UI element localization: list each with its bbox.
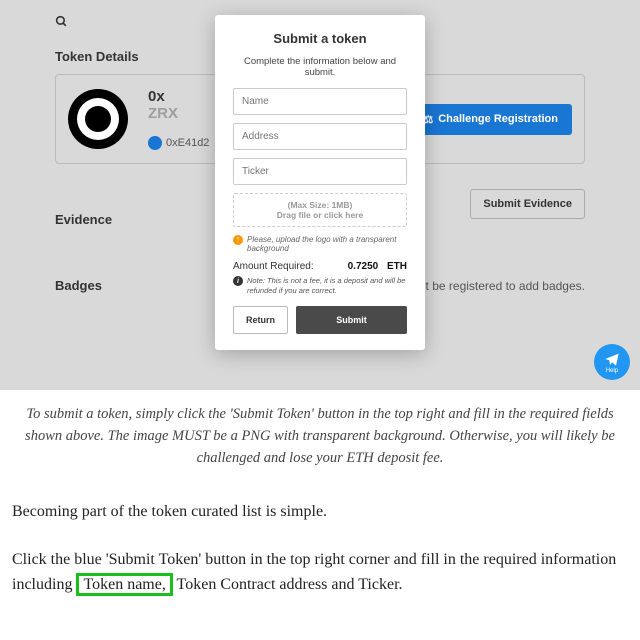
- amount-label: Amount Required:: [233, 261, 314, 272]
- file-drop-zone[interactable]: (Max Size: 1MB) Drag file or click here: [233, 193, 407, 227]
- submit-evidence-button[interactable]: Submit Evidence: [470, 189, 585, 219]
- drop-max-size: (Max Size: 1MB): [240, 200, 400, 210]
- amount-value: 0.7250: [348, 261, 379, 272]
- modal-title: Submit a token: [233, 31, 407, 46]
- amount-currency: ETH: [387, 261, 407, 272]
- token-logo-icon: [68, 89, 128, 149]
- article-paragraph-1: Becoming part of the token curated list …: [12, 499, 628, 525]
- submit-button[interactable]: Submit: [296, 306, 407, 334]
- token-address-row: 0xE41d2: [148, 136, 209, 150]
- screenshot-caption: To submit a token, simply click the 'Sub…: [0, 390, 640, 469]
- challenge-label: Challenge Registration: [438, 113, 558, 125]
- address-icon: [148, 136, 162, 150]
- token-name: 0x: [148, 88, 209, 105]
- help-label: Help: [606, 368, 618, 374]
- note-text: Note: This is not a fee, it is a deposit…: [247, 276, 407, 296]
- ticker-input[interactable]: [233, 158, 407, 185]
- upload-warning: ! Please, upload the logo with a transpa…: [233, 235, 407, 253]
- warning-icon: !: [233, 235, 243, 245]
- token-address: 0xE41d2: [166, 137, 209, 149]
- deposit-note: i Note: This is not a fee, it is a depos…: [233, 276, 407, 296]
- help-fab-button[interactable]: Help: [594, 344, 630, 380]
- address-input[interactable]: [233, 123, 407, 150]
- token-symbol: ZRX: [148, 105, 209, 122]
- badges-heading: Badges: [55, 278, 102, 293]
- challenge-registration-button[interactable]: ⚖ Challenge Registration: [409, 104, 572, 135]
- submit-token-modal: Submit a token Complete the information …: [215, 15, 425, 350]
- return-button[interactable]: Return: [233, 306, 288, 334]
- drop-instruction: Drag file or click here: [240, 210, 400, 220]
- info-icon: i: [233, 276, 243, 286]
- evidence-heading: Evidence: [55, 212, 112, 227]
- token-info: 0x ZRX 0xE41d2: [148, 88, 209, 150]
- name-input[interactable]: [233, 88, 407, 115]
- highlighted-text: Token name,: [76, 573, 172, 596]
- article-body: Becoming part of the token curated list …: [0, 469, 640, 640]
- badge-notice: must be registered to add badges.: [403, 279, 585, 293]
- app-screenshot: Token Details 0x ZRX 0xE41d2 ⚖ Challenge…: [0, 0, 640, 390]
- amount-required-row: Amount Required: 0.7250 ETH: [233, 261, 407, 272]
- warning-text: Please, upload the logo with a transpare…: [247, 235, 407, 253]
- article-paragraph-2: Click the blue 'Submit Token' button in …: [12, 547, 628, 598]
- modal-subtitle: Complete the information below and submi…: [233, 56, 407, 78]
